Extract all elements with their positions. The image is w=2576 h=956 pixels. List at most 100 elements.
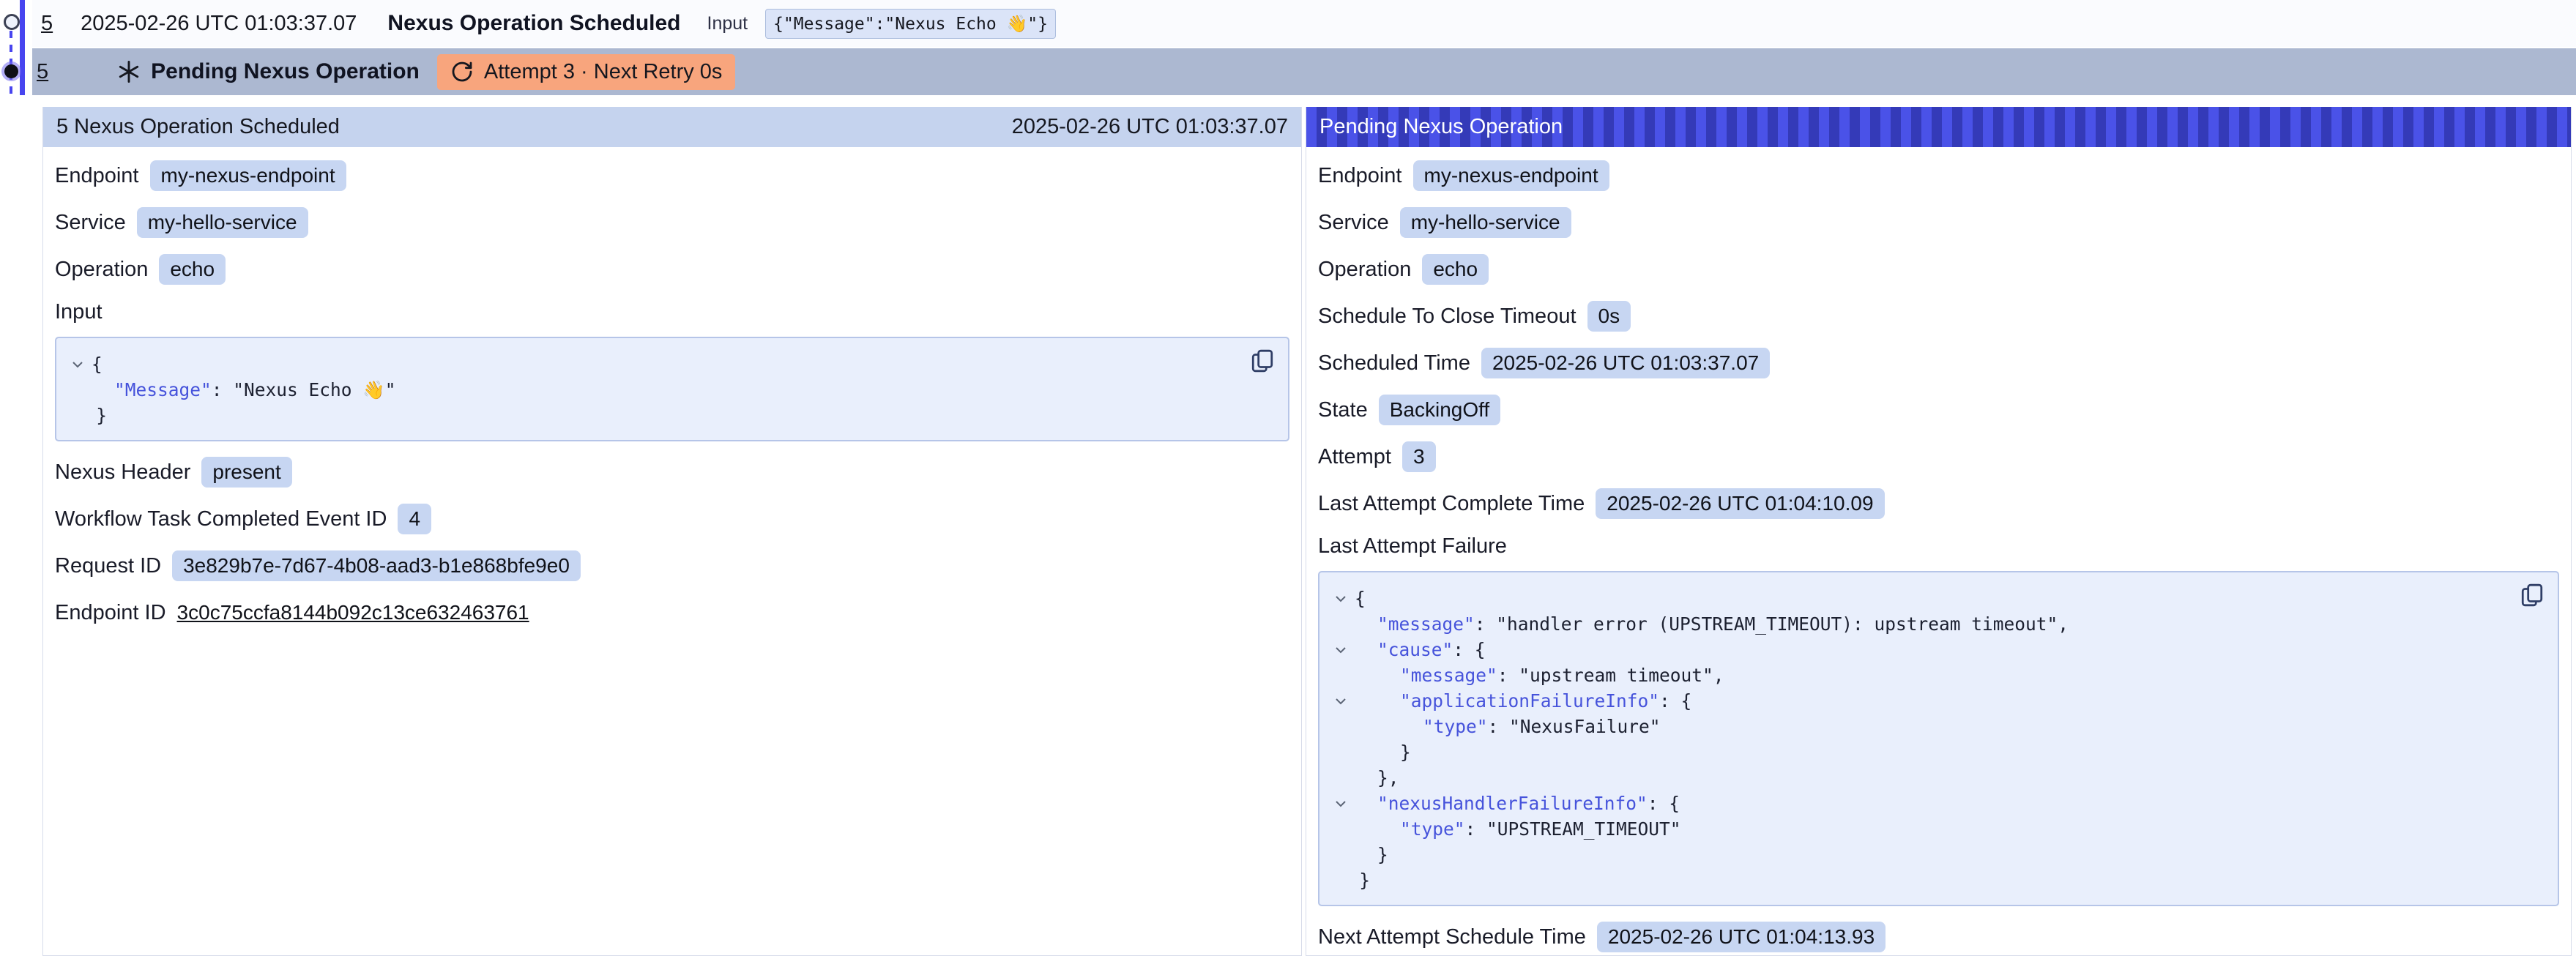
- code-line: "nexusHandlerFailureInfo": {: [1327, 791, 2499, 816]
- chevron-gutter: [1327, 765, 1355, 791]
- chevron-gutter: [64, 403, 92, 428]
- code-line: "applicationFailureInfo": {: [1327, 688, 2499, 714]
- event-title: Pending Nexus Operation: [151, 59, 420, 84]
- code-text: }: [92, 403, 107, 428]
- collapse-chevron-icon[interactable]: [1327, 791, 1355, 816]
- code-text: "nexusHandlerFailureInfo": {: [1355, 791, 1680, 816]
- event-row-pending-nexus-operation[interactable]: 5 Pending Nexus Operation Attempt 3 · Ne…: [32, 48, 2576, 95]
- field-schedule-to-close-timeout: Schedule To Close Timeout0s: [1318, 300, 2559, 332]
- code-line: "cause": {: [1327, 637, 2499, 662]
- timeline-node-scheduled-icon: [4, 14, 20, 30]
- field-value-badge: echo: [159, 254, 226, 285]
- event-id-link[interactable]: 5: [37, 60, 48, 84]
- field-label: Endpoint ID: [55, 601, 166, 625]
- section-label-last-attempt-failure: Last Attempt Failure: [1318, 534, 2559, 561]
- timeline-active-bar: [20, 0, 25, 95]
- code-line: },: [1327, 765, 2499, 791]
- event-detail-panel: 5 Nexus Operation Scheduled 2025-02-26 U…: [42, 107, 1302, 956]
- chevron-gutter: [1327, 842, 1355, 867]
- code-text: }: [1355, 842, 1388, 867]
- field-value-badge: 2025-02-26 UTC 01:04:13.93: [1597, 922, 1886, 952]
- code-text: }: [1355, 867, 1370, 893]
- last-attempt-failure-json-block: {"message": "handler error (UPSTREAM_TIM…: [1318, 571, 2559, 906]
- collapse-chevron-icon[interactable]: [1327, 586, 1355, 611]
- code-line: {: [1327, 586, 2499, 611]
- field-label: State: [1318, 398, 1368, 422]
- field-value-badge: 2025-02-26 UTC 01:04:10.09: [1596, 488, 1884, 519]
- field-label: Service: [55, 211, 126, 235]
- copy-icon[interactable]: [2520, 583, 2545, 608]
- field-value-badge: my-nexus-endpoint: [1413, 160, 1609, 191]
- field-label: Schedule To Close Timeout: [1318, 305, 1577, 329]
- field-attempt: Attempt 3: [1318, 441, 2559, 473]
- field-value-badge: BackingOff: [1379, 395, 1500, 425]
- event-detail-header-title: 5 Nexus Operation Scheduled: [56, 115, 340, 139]
- collapse-chevron-icon[interactable]: [1327, 688, 1355, 714]
- code-text: },: [1355, 765, 1399, 791]
- field-value-badge: my-hello-service: [137, 207, 308, 238]
- field-state: State BackingOff: [1318, 394, 2559, 426]
- field-label: Nexus Header: [55, 460, 190, 485]
- event-row-nexus-operation-scheduled[interactable]: 5 2025-02-26 UTC 01:03:37.07 Nexus Opera…: [32, 0, 2576, 47]
- field-endpoint-id: Endpoint ID 3c0c75ccfa8144b092c13ce632463…: [55, 597, 1289, 629]
- chevron-gutter: [1327, 739, 1355, 765]
- field-service: Service my-hello-service: [55, 206, 1289, 239]
- code-text: {: [1355, 586, 1366, 611]
- code-line: {: [64, 351, 1229, 377]
- retry-icon: [450, 60, 474, 83]
- field-next-attempt-schedule-time: Next Attempt Schedule Time2025-02-26 UTC…: [1318, 921, 2559, 953]
- event-history-screen: 5 2025-02-26 UTC 01:03:37.07 Nexus Opera…: [0, 0, 2576, 956]
- attempt-retry-badge: Attempt 3 · Next Retry 0s: [437, 54, 736, 90]
- code-line: }: [1327, 867, 2499, 893]
- field-last-attempt-complete-time: Last Attempt Complete Time 2025-02-26 UTC…: [1318, 488, 2559, 520]
- timeline-node-pending-icon: [4, 64, 18, 78]
- event-detail-header-time: 2025-02-26 UTC 01:03:37.07: [1012, 115, 1288, 139]
- code-line: }: [1327, 739, 2499, 765]
- field-label: Request ID: [55, 554, 161, 578]
- field-label: Endpoint: [55, 164, 139, 188]
- field-label: Last Attempt Complete Time: [1318, 492, 1585, 516]
- field-endpoint: Endpointmy-nexus-endpoint: [55, 160, 1289, 192]
- attempt-retry-text: Attempt 3 · Next Retry 0s: [484, 60, 723, 84]
- pending-operation-panel: Pending Nexus Operation Endpoint my-nexus…: [1306, 107, 2572, 956]
- field-label: Scheduled Time: [1318, 351, 1470, 376]
- code-line: "message": "handler error (UPSTREAM_TIME…: [1327, 611, 2499, 637]
- section-label-input: Input: [55, 300, 1289, 326]
- chevron-gutter: [1327, 714, 1355, 739]
- field-value-link[interactable]: 3c0c75ccfa8144b092c13ce632463761: [177, 601, 529, 624]
- field-value-badge: 3e829b7e-7d67-4b08-aad3-b1e868bfe9e0: [172, 550, 581, 581]
- field-value-badge: 4: [398, 504, 431, 534]
- chevron-gutter: [1327, 816, 1355, 842]
- field-label: Endpoint: [1318, 164, 1402, 188]
- field-value-badge: echo: [1422, 254, 1489, 285]
- pending-operation-header: Pending Nexus Operation: [1306, 107, 2571, 147]
- collapse-chevron-icon[interactable]: [64, 351, 92, 377]
- field-label: Attempt: [1318, 445, 1391, 469]
- code-text: "applicationFailureInfo": {: [1355, 688, 1691, 714]
- field-label: Operation: [1318, 258, 1411, 282]
- code-line: "Message": "Nexus Echo 👋": [64, 377, 1229, 403]
- field-label: Service: [1318, 211, 1389, 235]
- code-line: }: [64, 403, 1229, 428]
- field-operation: Operation echo: [55, 253, 1289, 285]
- field-request-id: Request ID 3e829b7e-7d67-4b08-aad3-b1e868…: [55, 550, 1289, 582]
- event-id-link[interactable]: 5: [41, 12, 53, 36]
- field-endpoint: Endpoint my-nexus-endpoint: [1318, 160, 2559, 192]
- chevron-gutter: [1327, 867, 1355, 893]
- code-text: "cause": {: [1355, 637, 1486, 662]
- field-label: Operation: [55, 258, 148, 282]
- field-value-badge: my-hello-service: [1400, 207, 1571, 238]
- field-value-badge: present: [201, 457, 291, 488]
- field-operation: Operation echo: [1318, 253, 2559, 285]
- event-detail-header: 5 Nexus Operation Scheduled 2025-02-26 U…: [43, 107, 1301, 147]
- copy-icon[interactable]: [1250, 348, 1275, 373]
- pending-asterisk-icon: [116, 59, 142, 85]
- collapse-chevron-icon[interactable]: [1327, 637, 1355, 662]
- field-workflow-task-completed-event-id: Workflow Task Completed Event ID4: [55, 503, 1289, 535]
- field-value-badge: 3: [1402, 441, 1436, 472]
- pending-operation-header-title: Pending Nexus Operation: [1319, 115, 1563, 139]
- chevron-gutter: [64, 377, 92, 403]
- code-text: {: [92, 351, 103, 377]
- chevron-gutter: [1327, 662, 1355, 688]
- code-text: "message": "handler error (UPSTREAM_TIME…: [1355, 611, 2069, 637]
